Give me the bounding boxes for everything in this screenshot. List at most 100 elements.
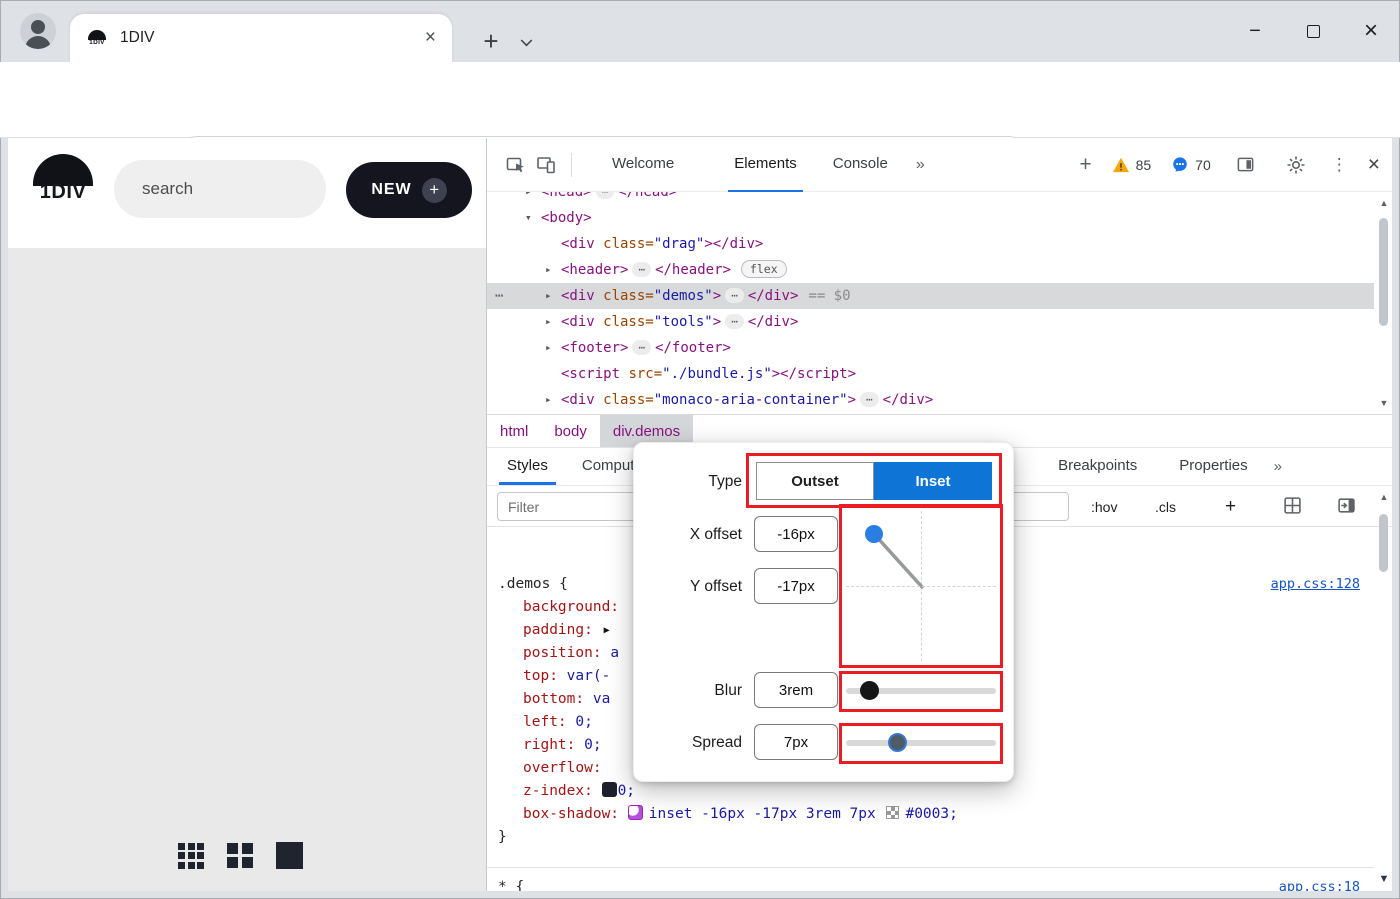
dock-side-button[interactable]: [1231, 150, 1261, 180]
shorthand-expand-icon[interactable]: ▶: [604, 625, 610, 636]
scroll-down-icon[interactable]: ▼: [1380, 398, 1389, 408]
property-name[interactable]: right:: [523, 737, 584, 753]
css-property-row[interactable]: box-shadow: inset -16px -17px 3rem 7px #…: [498, 803, 1374, 826]
expand-arrow-icon[interactable]: ▸: [545, 335, 552, 361]
device-emulation-button[interactable]: [531, 150, 561, 180]
property-name[interactable]: z-index:: [523, 783, 602, 799]
close-window-button[interactable]: ×: [1342, 11, 1400, 51]
flex-badge[interactable]: flex: [741, 260, 787, 278]
inline-expand-icon[interactable]: ⋯: [725, 314, 744, 329]
property-name[interactable]: padding:: [523, 622, 602, 638]
outset-button[interactable]: Outset: [756, 462, 874, 500]
new-tab-button[interactable]: +: [474, 24, 508, 58]
css-selector[interactable]: *: [498, 879, 507, 891]
tab-styles[interactable]: Styles: [499, 448, 556, 485]
close-devtools-button[interactable]: ×: [1368, 153, 1380, 177]
tab-breakpoints[interactable]: Breakpoints: [1050, 448, 1145, 485]
profile-avatar-button[interactable]: [20, 13, 56, 49]
blur-input[interactable]: [754, 672, 838, 708]
stylesheet-link[interactable]: app.css:128: [1271, 573, 1360, 596]
property-name[interactable]: top:: [523, 668, 567, 684]
dom-tree-row[interactable]: ▸<header>⋯</header>flex: [487, 257, 1374, 283]
inline-expand-icon[interactable]: ⋯: [632, 262, 651, 277]
inspect-element-button[interactable]: [501, 150, 531, 180]
scrollbar-thumb[interactable]: [1379, 218, 1388, 326]
scroll-up-icon[interactable]: ▲: [1380, 492, 1389, 502]
more-tabs-button[interactable]: »: [916, 156, 925, 174]
property-value[interactable]: #0003;: [905, 806, 957, 822]
settings-button[interactable]: [1281, 150, 1311, 180]
dom-tree-row[interactable]: ▸<footer>⋯</footer>: [487, 335, 1374, 361]
scroll-down-icon[interactable]: ▼: [1379, 873, 1390, 885]
row-menu-icon[interactable]: ⋯: [495, 283, 504, 309]
warnings-counter[interactable]: 85: [1112, 157, 1152, 173]
property-name[interactable]: left:: [523, 714, 575, 730]
tab-console[interactable]: Console: [827, 138, 894, 192]
css-selector[interactable]: .demos: [498, 576, 550, 592]
property-name[interactable]: background:: [523, 599, 619, 615]
browser-tab[interactable]: 1DIV 1DIV ×: [70, 14, 452, 62]
spread-slider-thumb[interactable]: [888, 733, 907, 752]
dom-tree-row[interactable]: ▸<head>⋯</head>: [487, 192, 1374, 205]
expand-arrow-icon[interactable]: ▸: [545, 387, 552, 413]
rendering-grid-button[interactable]: [1283, 496, 1305, 518]
property-value[interactable]: 0;: [618, 783, 635, 799]
tab-list-chevron-icon[interactable]: [521, 35, 533, 47]
inline-expand-icon[interactable]: ⋯: [860, 392, 879, 407]
dark-swatch-icon[interactable]: [602, 782, 617, 797]
site-logo[interactable]: 1DIV: [30, 154, 96, 204]
new-style-rule-button[interactable]: +: [1225, 486, 1236, 527]
property-name[interactable]: position:: [523, 645, 610, 661]
x-offset-input[interactable]: [754, 516, 838, 552]
property-value[interactable]: inset -16px -17px 3rem 7px: [649, 806, 885, 822]
tab-elements[interactable]: Elements: [728, 138, 803, 192]
grid-3x3-button[interactable]: [178, 843, 204, 869]
blur-slider[interactable]: [846, 681, 996, 701]
breadcrumb-html[interactable]: html: [487, 415, 541, 447]
tab-properties[interactable]: Properties: [1171, 448, 1255, 485]
hover-state-button[interactable]: :hov: [1091, 486, 1117, 527]
property-value[interactable]: va: [593, 691, 610, 707]
tab-welcome[interactable]: Welcome: [606, 138, 680, 192]
offset-2d-pad[interactable]: [846, 511, 996, 661]
css-property-row[interactable]: z-index: 0;: [498, 780, 1374, 803]
grid-2x2-button[interactable]: [227, 843, 253, 869]
offset-handle[interactable]: [865, 525, 883, 543]
tab-close-icon[interactable]: ×: [425, 27, 436, 49]
open-panel-button[interactable]: [1337, 496, 1359, 518]
color-swatch-icon[interactable]: [886, 806, 899, 819]
maximize-button[interactable]: [1284, 11, 1342, 51]
dom-tree-row[interactable]: <script src="./bundle.js"></script>: [487, 361, 1374, 387]
dom-scrollbar[interactable]: ▲ ▼: [1376, 196, 1392, 410]
expand-arrow-icon[interactable]: ▸: [525, 192, 532, 205]
inset-button[interactable]: Inset: [874, 462, 992, 500]
dom-tree-row[interactable]: <div class="drag"></div>: [487, 231, 1374, 257]
property-value[interactable]: a: [610, 645, 619, 661]
inline-expand-icon[interactable]: ⋯: [632, 340, 651, 355]
scroll-up-icon[interactable]: ▲: [1380, 198, 1389, 208]
new-button[interactable]: NEW +: [346, 162, 472, 218]
dom-tree-row[interactable]: ⋯▸<div class="demos">⋯</div>== $0: [487, 283, 1374, 309]
single-view-button[interactable]: [276, 842, 303, 869]
y-offset-input[interactable]: [754, 568, 838, 604]
property-name[interactable]: box-shadow:: [523, 806, 628, 822]
property-value[interactable]: var(-: [567, 668, 611, 684]
expand-arrow-icon[interactable]: ▸: [545, 257, 552, 283]
breadcrumb-body[interactable]: body: [541, 415, 600, 447]
expand-arrow-icon[interactable]: ▸: [545, 309, 552, 335]
customize-devtools-button[interactable]: ⋮: [1331, 155, 1348, 175]
inline-expand-icon[interactable]: ⋯: [596, 192, 615, 199]
styles-scrollbar[interactable]: ▲ ▼: [1376, 490, 1392, 887]
property-value[interactable]: 0;: [584, 737, 601, 753]
property-name[interactable]: overflow:: [523, 760, 602, 776]
property-name[interactable]: bottom:: [523, 691, 593, 707]
dom-tree-row[interactable]: ▾<body>: [487, 205, 1374, 231]
shadow-editor-icon[interactable]: [628, 805, 643, 820]
dom-tree-row[interactable]: ▸<div class="monaco-aria-container">⋯</d…: [487, 387, 1374, 413]
stylesheet-link[interactable]: app.css:18: [1279, 876, 1360, 891]
collapse-arrow-icon[interactable]: ▾: [525, 205, 532, 231]
search-input[interactable]: [114, 160, 326, 218]
scrollbar-thumb[interactable]: [1379, 514, 1388, 572]
expand-arrow-icon[interactable]: ▸: [545, 283, 552, 309]
minimize-button[interactable]: −: [1226, 11, 1284, 51]
